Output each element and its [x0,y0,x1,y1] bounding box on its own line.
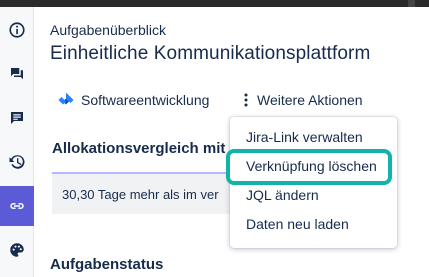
rail-chat-button[interactable] [0,54,34,94]
project-label: Softwareentwicklung [81,92,210,108]
page-title: Einheitliche Kommunikationsplattform [50,43,371,64]
rail-history-button[interactable] [0,142,34,182]
more-actions-label: Weitere Aktionen [257,92,363,108]
status-section-title: Aufgabenstatus [50,256,164,273]
menu-item-manage-jira-link[interactable]: Jira-Link verwalten [246,129,363,145]
info-icon [9,22,25,38]
palette-icon [10,243,24,257]
link-icon [10,203,24,209]
jira-icon [58,92,74,105]
rail-info-button[interactable] [0,10,34,50]
menu-item-highlight [226,149,392,185]
more-vertical-icon [244,93,248,107]
rail-palette-button[interactable] [0,230,34,270]
top-bar-control [408,0,415,7]
rail-link-button[interactable] [0,186,34,226]
more-actions-button[interactable]: Weitere Aktionen [241,90,363,110]
side-rail [0,7,34,277]
page-subtitle: Aufgabenüberblick [50,22,166,38]
project-link[interactable]: Softwareentwicklung [57,90,209,110]
history-icon [9,155,25,169]
allocation-section-title: Allokationsvergleich mit l [52,140,234,157]
rail-comment-button[interactable] [0,98,34,138]
menu-item-change-jql[interactable]: JQL ändern [246,187,319,203]
menu-item-reload-data[interactable]: Daten neu laden [246,216,349,232]
comment-icon [11,112,23,124]
top-bar [0,0,429,7]
chat-icon [11,68,23,80]
allocation-info-text: 30,30 Tage mehr als im ver [62,187,219,202]
